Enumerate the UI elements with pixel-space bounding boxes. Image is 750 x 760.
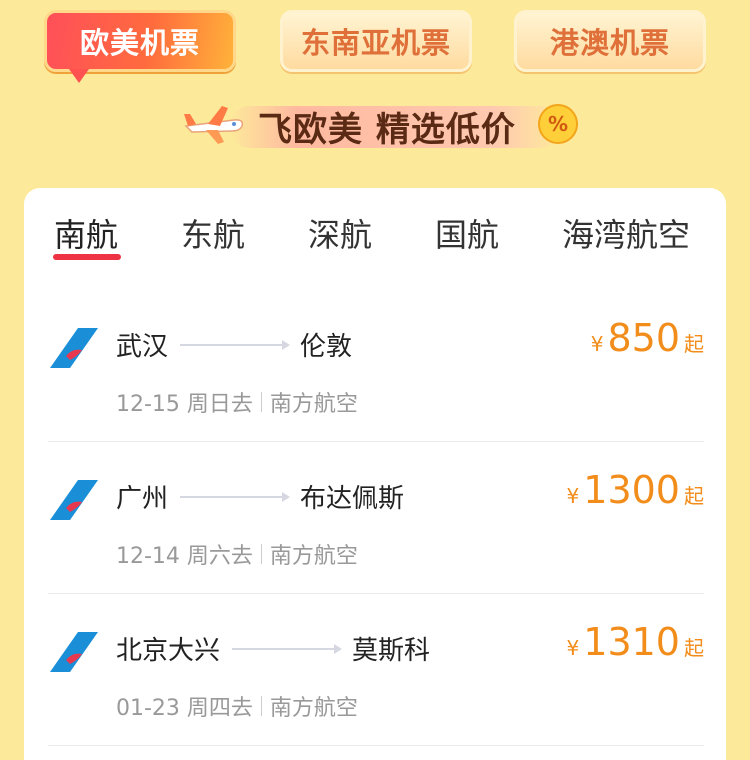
currency-symbol: ¥ [566,636,580,660]
price: ¥ 850 起 [591,316,704,360]
flight-item[interactable]: 北京大兴 莫斯科 01-23 周四去 南方航空 ¥ 1310 起 [48,594,704,746]
departure-date: 12-14 周六去 [116,544,253,569]
active-tab-indicator [53,254,121,260]
tab-shenzhen-airlines[interactable]: 深航 [308,210,372,256]
region-tabs: 欧美机票 东南亚机票 港澳机票 [0,6,750,86]
promo-banner: 飞欧美 精选低价 % [0,96,750,156]
tab-china-eastern[interactable]: 东航 [181,210,245,256]
tab-label: 东南亚机票 [300,26,451,60]
flight-item[interactable]: 广州 布达佩斯 12-14 周六去 南方航空 ¥ 1300 起 [48,442,704,594]
arrival-city: 布达佩斯 [300,484,405,514]
arrival-city: 伦敦 [300,332,353,362]
airline-name: 南方航空 [269,696,358,721]
departure-city: 武汉 [116,332,169,362]
price-suffix: 起 [684,636,704,660]
flight-meta: 12-14 周六去 南方航空 [116,538,358,570]
route: 广州 布达佩斯 [116,478,404,515]
tab-southeast-asia[interactable]: 东南亚机票 [280,10,472,72]
departure-date: 12-15 周日去 [116,392,253,417]
route-arrow [180,339,291,350]
airline-name: 南方航空 [269,392,358,417]
banner-title: 飞欧美 精选低价 [258,110,516,150]
flight-item[interactable]: 武汉 伦敦 12-15 周日去 南方航空 ¥ 850 起 [48,290,704,442]
tab-europe-america[interactable]: 欧美机票 [44,10,236,83]
china-southern-logo-icon [50,328,98,368]
currency-symbol: ¥ [566,484,580,508]
price: ¥ 1310 起 [567,620,704,664]
tab-china-southern[interactable]: 南航 [54,210,118,256]
tab-gulf-air[interactable]: 海湾航空 [562,210,690,256]
china-southern-logo-icon [50,480,98,520]
price-value: 850 [607,316,680,360]
tab-label: 港澳机票 [549,26,670,60]
divider [260,392,262,412]
flight-meta: 12-15 周日去 南方航空 [116,386,358,418]
departure-city: 广州 [116,484,169,514]
departure-date: 01-23 周四去 [116,696,253,721]
price-suffix: 起 [684,332,704,356]
price: ¥ 1300 起 [567,468,704,512]
china-southern-logo-icon [50,632,98,672]
airplane-icon [184,106,244,144]
route: 北京大兴 莫斯科 [116,630,430,667]
currency-symbol: ¥ [590,332,604,356]
route: 武汉 伦敦 [116,326,352,363]
price-suffix: 起 [684,484,704,508]
tab-air-china[interactable]: 国航 [435,210,499,256]
price-value: 1300 [583,468,680,512]
arrival-city: 莫斯科 [352,636,431,666]
departure-city: 北京大兴 [116,636,221,666]
flight-card: 南航 东航 深航 国航 海湾航空 武汉 伦敦 12-15 周日去 南方航空 ¥ … [24,188,726,760]
price-value: 1310 [583,620,680,664]
divider [260,696,262,716]
tab-hongkong-macau[interactable]: 港澳机票 [514,10,706,72]
discount-badge-text: % [548,112,568,136]
airline-tabs: 南航 东航 深航 国航 海湾航空 [24,210,726,260]
route-arrow [232,643,343,654]
tab-label: 欧美机票 [79,26,200,60]
divider [260,544,262,564]
flight-meta: 01-23 周四去 南方航空 [116,690,358,722]
discount-badge-icon: % [538,104,578,144]
airline-name: 南方航空 [269,544,358,569]
route-arrow [180,491,291,502]
